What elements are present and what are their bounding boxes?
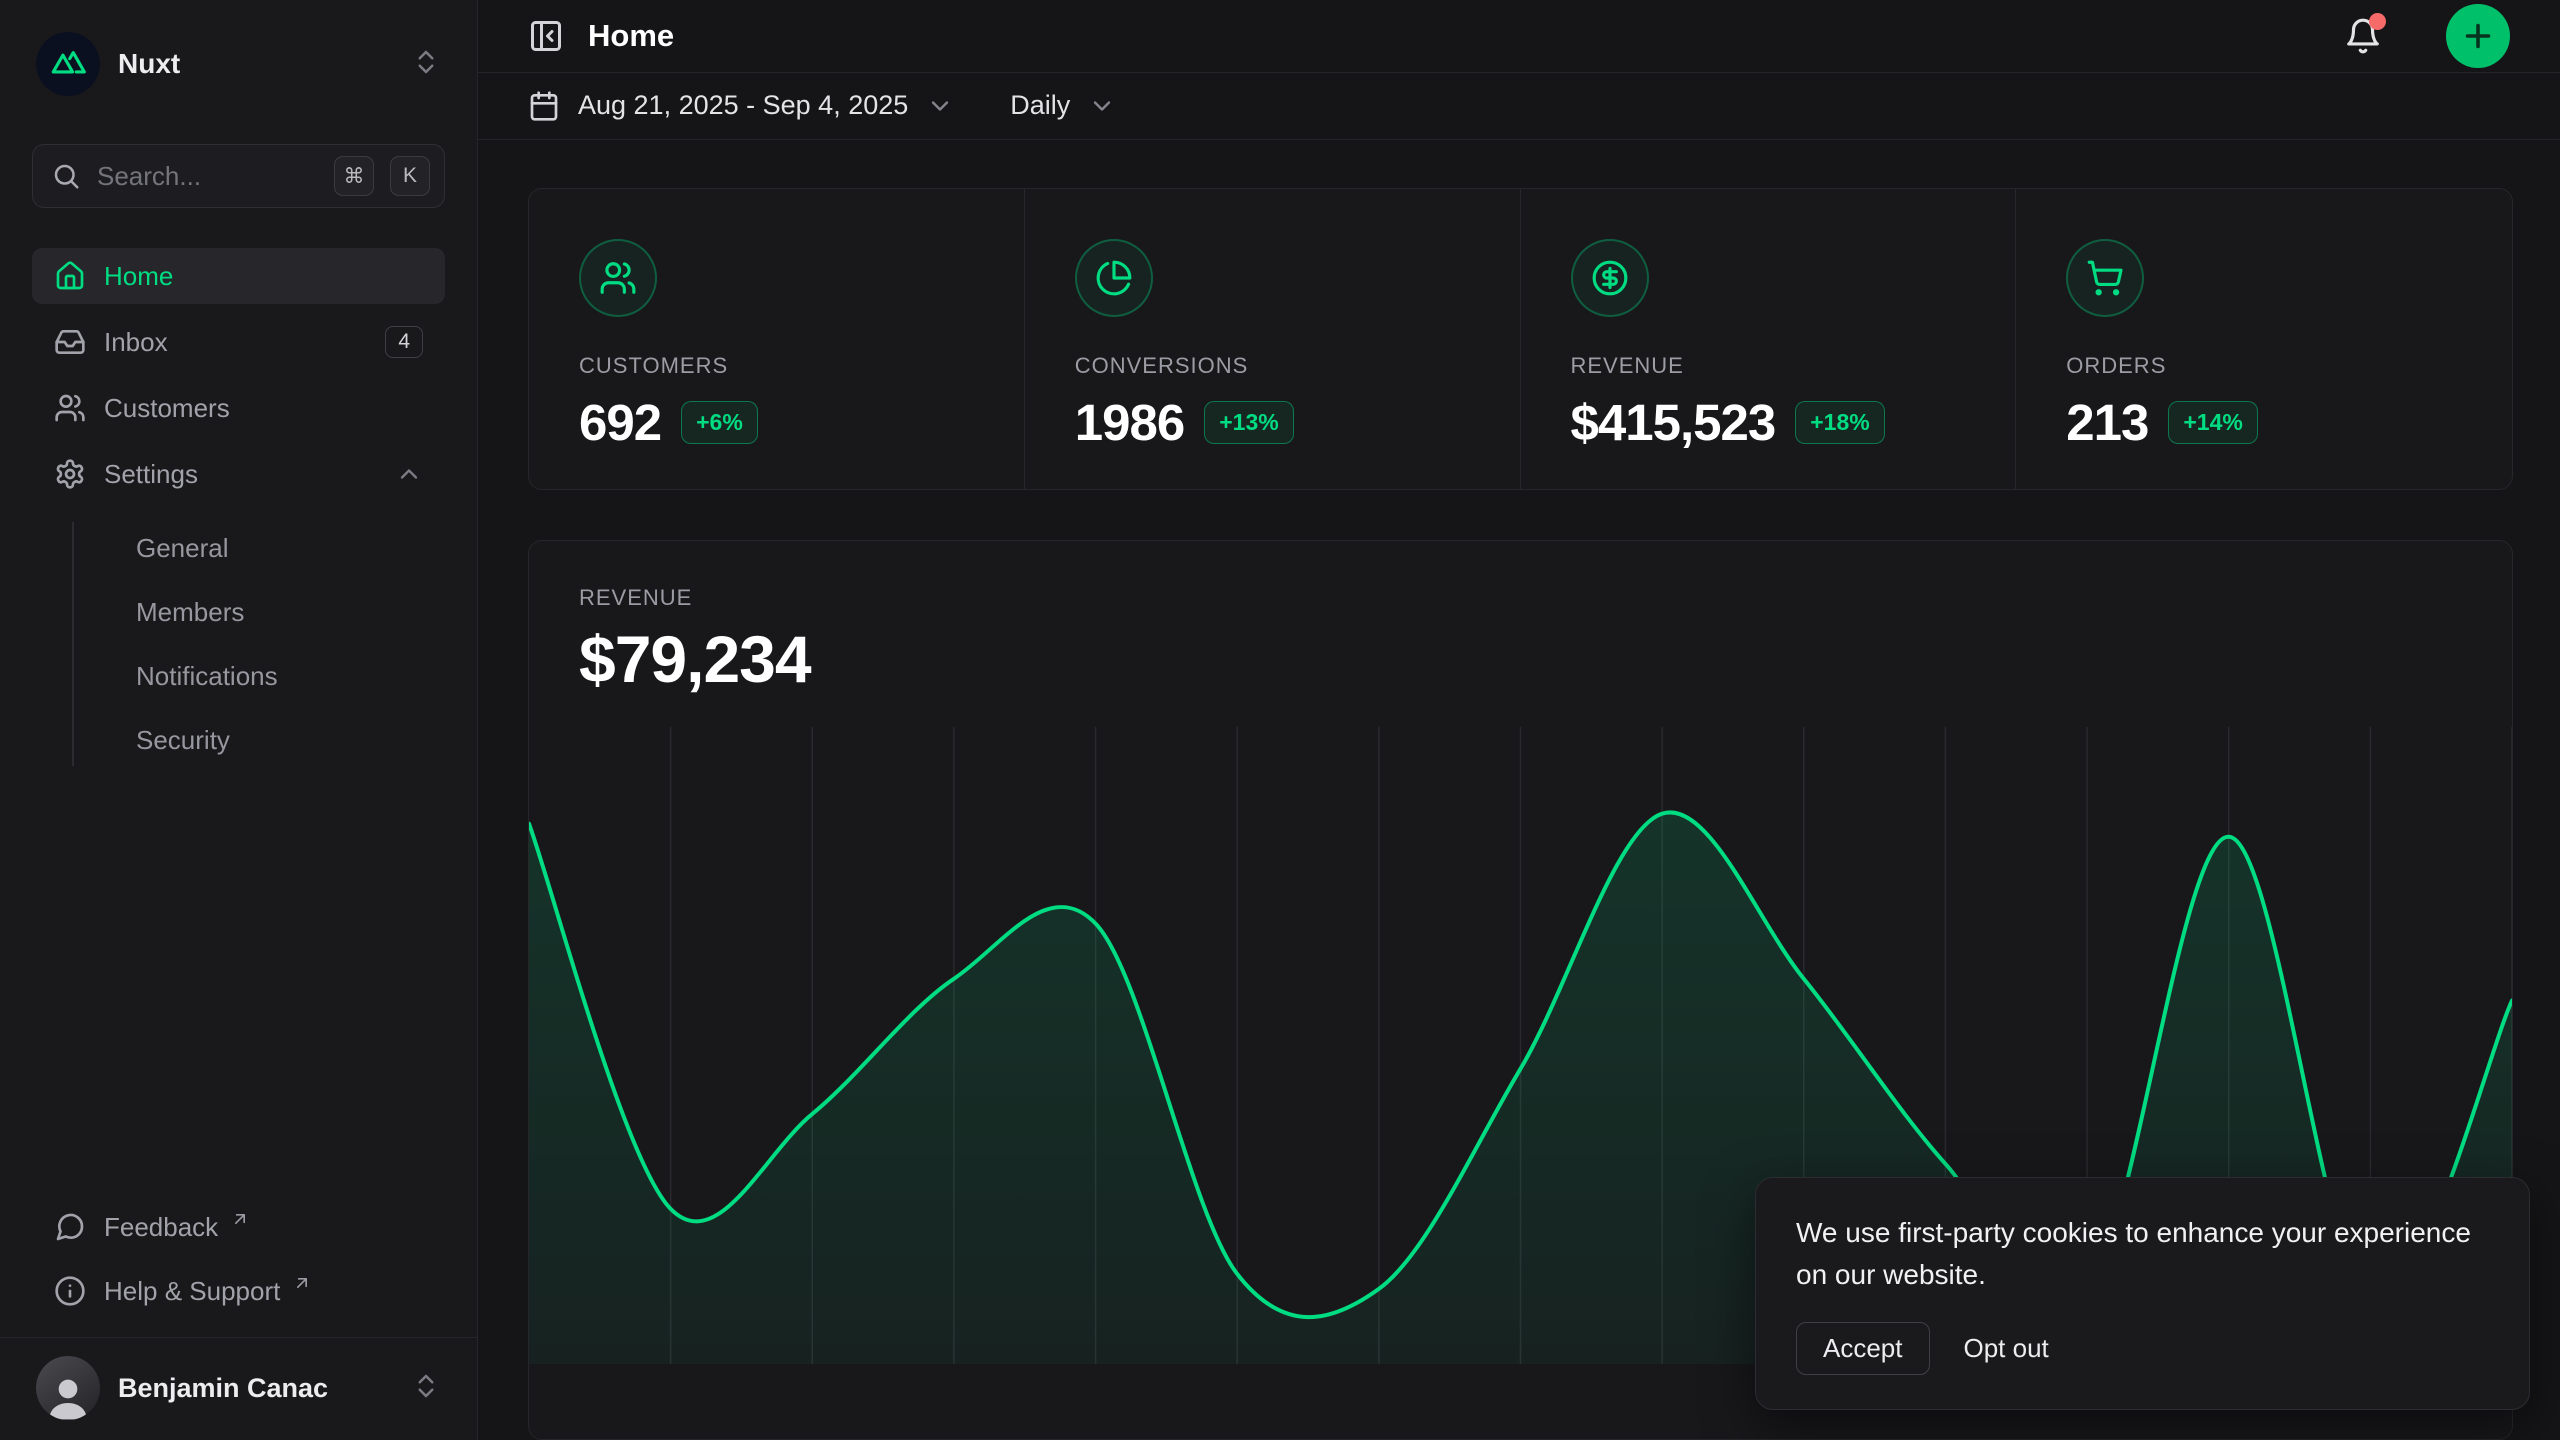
team-switcher[interactable]: Nuxt <box>32 26 445 102</box>
gear-icon <box>54 458 86 490</box>
user-name: Benjamin Canac <box>118 1373 393 1404</box>
search-placeholder: Search... <box>97 161 318 192</box>
interval-value: Daily <box>1010 90 1070 121</box>
stat-card-customers[interactable]: CUSTOMERS 692 +6% <box>529 189 1025 489</box>
stat-card-orders[interactable]: ORDERS 213 +14% <box>2016 189 2512 489</box>
stat-delta-badge: +13% <box>1204 401 1293 444</box>
user-menu[interactable]: Benjamin Canac <box>0 1337 477 1440</box>
pie-chart-icon <box>1075 239 1153 317</box>
sidebar-spacer <box>32 772 445 1199</box>
optout-cookies-button[interactable]: Opt out <box>1964 1333 2049 1364</box>
feedback-link[interactable]: Feedback <box>32 1199 445 1255</box>
kbd-k: K <box>390 156 430 196</box>
sidebar-item-settings[interactable]: Settings <box>32 446 445 502</box>
help-support-link[interactable]: Help & Support <box>32 1263 445 1319</box>
stat-label: CONVERSIONS <box>1075 353 1470 379</box>
calendar-icon <box>528 90 560 122</box>
stat-delta-badge: +18% <box>1795 401 1884 444</box>
sidebar-item-label: Inbox <box>104 327 367 358</box>
accept-cookies-button[interactable]: Accept <box>1796 1322 1930 1375</box>
filter-bar: Aug 21, 2025 - Sep 4, 2025 Daily <box>478 73 2560 140</box>
sidebar-nav: Home Inbox 4 Customers Settings <box>32 248 445 772</box>
add-button[interactable] <box>2446 4 2510 68</box>
app-root: Nuxt Search... ⌘ K Home <box>0 0 2560 1440</box>
help-support-label: Help & Support <box>104 1276 280 1307</box>
sidebar-item-members[interactable]: Members <box>136 580 445 644</box>
sidebar-item-notifications[interactable]: Notifications <box>136 644 445 708</box>
inbox-icon <box>54 326 86 358</box>
users-icon <box>54 392 86 424</box>
chat-bubble-icon <box>54 1211 86 1243</box>
sidebar-item-customers[interactable]: Customers <box>32 380 445 436</box>
info-circle-icon <box>54 1275 86 1307</box>
chevron-down-icon <box>926 92 954 120</box>
stat-value: $415,523 <box>1571 393 1776 452</box>
chevrons-up-down-icon <box>411 1371 441 1406</box>
stat-delta-badge: +14% <box>2168 401 2257 444</box>
chevrons-up-down-icon <box>411 47 441 82</box>
dollar-circle-icon <box>1571 239 1649 317</box>
sidebar-item-label: Customers <box>104 393 423 424</box>
topbar: Home <box>478 0 2560 73</box>
notifications-button[interactable] <box>2344 17 2382 55</box>
search-icon <box>51 161 81 191</box>
users-icon <box>579 239 657 317</box>
sidebar-item-inbox[interactable]: Inbox 4 <box>32 314 445 370</box>
date-range-picker[interactable]: Aug 21, 2025 - Sep 4, 2025 <box>528 90 954 122</box>
collapse-sidebar-button[interactable] <box>528 18 564 54</box>
sidebar-item-label: Settings <box>104 459 377 490</box>
stat-value: 213 <box>2066 393 2148 452</box>
stat-card-revenue[interactable]: REVENUE $415,523 +18% <box>1521 189 2017 489</box>
notification-dot <box>2369 13 2386 30</box>
cart-icon <box>2066 239 2144 317</box>
chevron-up-icon <box>395 460 423 488</box>
home-icon <box>54 260 86 292</box>
main-area: Home Aug 21, 2025 - Sep 4, 2025 Daily <box>478 0 2560 1440</box>
inbox-count-badge: 4 <box>385 326 423 358</box>
stat-delta-badge: +6% <box>681 401 758 444</box>
revenue-total: $79,234 <box>579 621 2462 697</box>
stat-label: ORDERS <box>2066 353 2462 379</box>
sidebar: Nuxt Search... ⌘ K Home <box>0 0 478 1440</box>
nuxt-logo-icon <box>36 32 100 96</box>
sidebar-footer-links: Feedback Help & Support <box>32 1199 445 1337</box>
external-link-icon <box>292 1269 312 1300</box>
stat-label: REVENUE <box>1571 353 1966 379</box>
search-input[interactable]: Search... ⌘ K <box>32 144 445 208</box>
avatar <box>36 1356 100 1420</box>
cookie-message: We use first-party cookies to enhance yo… <box>1796 1212 2489 1296</box>
interval-select[interactable]: Daily <box>1010 90 1116 121</box>
stat-card-conversions[interactable]: CONVERSIONS 1986 +13% <box>1025 189 1521 489</box>
external-link-icon <box>230 1205 250 1236</box>
settings-subnav: General Members Notifications Security <box>32 516 445 772</box>
stat-label: CUSTOMERS <box>579 353 974 379</box>
sidebar-item-general[interactable]: General <box>136 516 445 580</box>
cookie-banner: We use first-party cookies to enhance yo… <box>1755 1177 2530 1410</box>
feedback-label: Feedback <box>104 1212 218 1243</box>
team-name: Nuxt <box>118 48 393 80</box>
date-range-value: Aug 21, 2025 - Sep 4, 2025 <box>578 90 908 121</box>
page-title: Home <box>588 18 2320 54</box>
kbd-cmd: ⌘ <box>334 156 374 196</box>
stat-value: 692 <box>579 393 661 452</box>
chevron-down-icon <box>1088 92 1116 120</box>
sidebar-item-security[interactable]: Security <box>136 708 445 772</box>
stats-row: CUSTOMERS 692 +6% CONVERSIONS 1986 +13% <box>528 188 2513 490</box>
sidebar-item-label: Home <box>104 261 423 292</box>
stat-value: 1986 <box>1075 393 1184 452</box>
revenue-label: REVENUE <box>579 585 2462 611</box>
sidebar-item-home[interactable]: Home <box>32 248 445 304</box>
